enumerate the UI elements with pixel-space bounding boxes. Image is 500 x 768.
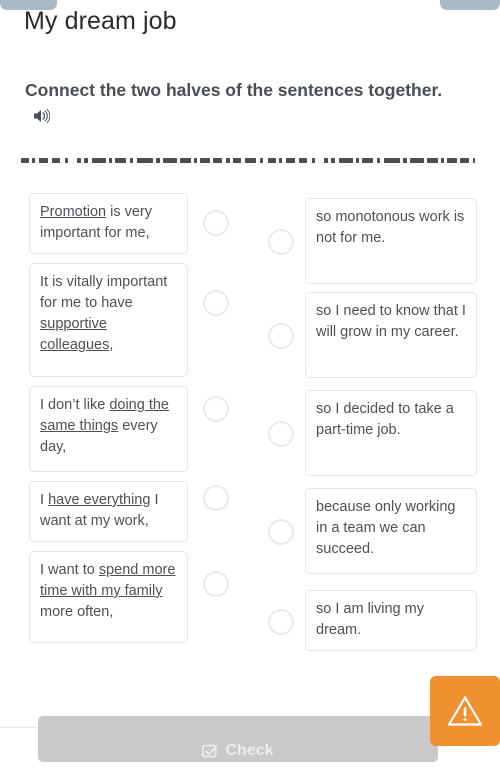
obscured-text-segment <box>233 158 241 163</box>
obscured-text-segment <box>84 158 88 163</box>
obscured-text-segment <box>115 158 126 163</box>
obscured-text-segment <box>447 158 457 163</box>
right-connector-dot[interactable] <box>268 609 294 635</box>
right-sentence-card[interactable]: so monotonous work is not for me. <box>305 198 477 284</box>
check-button-label-wrap: Check <box>38 742 438 763</box>
obscured-text-segment <box>52 158 60 163</box>
obscured-text-segment <box>92 158 106 163</box>
obscured-text-segment <box>473 158 475 163</box>
obscured-text-segment <box>299 158 307 163</box>
obscured-text-segment <box>180 158 191 163</box>
page-title: My dream job <box>24 7 177 35</box>
left-connector-dot[interactable] <box>203 485 229 511</box>
left-sentence-card[interactable]: I have everything I want at my work, <box>29 481 188 542</box>
obscured-text-segment <box>130 158 133 163</box>
left-connector-dot[interactable] <box>203 210 229 236</box>
obscured-text-segment <box>213 158 222 163</box>
obscured-text-segment <box>137 158 153 163</box>
obscured-text-segment <box>384 158 400 163</box>
obscured-text-segment <box>226 158 230 163</box>
top-tab-right[interactable] <box>440 0 500 10</box>
left-connector-dot[interactable] <box>203 571 229 597</box>
card-text: I don’t like <box>40 397 110 413</box>
obscured-text-segment <box>163 158 177 163</box>
check-button[interactable]: Check <box>38 716 438 762</box>
card-text: so monotonous work is not for me. <box>316 209 465 246</box>
card-text: so I decided to take a part-time job. <box>316 401 454 438</box>
card-text: , <box>109 337 114 353</box>
obscured-text-segment <box>109 158 112 163</box>
card-text: It is vitally important for me to have <box>40 274 168 311</box>
left-sentence-card[interactable]: It is vitally important for me to have s… <box>29 263 188 377</box>
card-text: so I am living my dream. <box>316 601 424 638</box>
card-text: more often, <box>40 604 114 620</box>
obscured-text-segment <box>286 158 295 163</box>
obscured-text-segment <box>403 158 407 163</box>
card-text: because only working in a team we can su… <box>316 499 456 557</box>
obscured-text-segment <box>362 158 373 163</box>
obscured-text-segment <box>410 158 424 163</box>
report-problem-button[interactable] <box>430 676 500 746</box>
speaker-icon[interactable] <box>32 105 51 131</box>
instruction-text: Connect the two halves of the sentences … <box>25 80 443 100</box>
highlighted-phrase: supportive colleagues <box>40 316 110 353</box>
obscured-text-segment <box>32 158 35 163</box>
obscured-text-segment <box>331 158 335 163</box>
right-sentence-card[interactable]: so I need to know that I will grow in my… <box>305 292 477 378</box>
right-connector-dot[interactable] <box>268 421 294 447</box>
obscured-text-segment <box>260 158 263 163</box>
obscured-text-segment <box>268 158 276 163</box>
obscured-text-segment <box>377 158 380 163</box>
card-text: so I need to know that I will grow in my… <box>316 303 466 340</box>
obscured-text-segment <box>279 158 282 163</box>
obscured-text-segment <box>194 158 197 163</box>
obscured-text-segment <box>460 158 469 163</box>
right-connector-dot[interactable] <box>268 519 294 545</box>
card-text: I <box>40 492 49 508</box>
right-connector-dot[interactable] <box>268 323 294 349</box>
right-sentence-card[interactable]: because only working in a team we can su… <box>305 488 477 574</box>
obscured-text-segment <box>21 158 29 163</box>
obscured-text-line <box>21 157 475 165</box>
left-sentence-card[interactable]: I don’t like doing the same things every… <box>29 386 188 472</box>
obscured-text-segment <box>200 158 210 163</box>
obscured-text-segment <box>65 158 68 163</box>
highlighted-phrase: Promotion <box>40 204 107 220</box>
left-connector-dot[interactable] <box>203 396 229 422</box>
obscured-text-segment <box>427 158 438 163</box>
highlighted-phrase: have everything <box>48 492 151 508</box>
left-sentence-card[interactable]: I want to spend more time with my family… <box>29 551 188 643</box>
left-connector-dot[interactable] <box>203 290 229 316</box>
card-text: I want to <box>40 562 99 578</box>
left-sentence-card[interactable]: Promotion is very important for me, <box>29 193 188 254</box>
right-sentence-card[interactable]: so I am living my dream. <box>305 590 477 651</box>
page-bottom-divider <box>0 727 38 728</box>
obscured-text-segment <box>339 158 353 163</box>
obscured-text-segment <box>77 158 81 163</box>
right-connector-dot[interactable] <box>268 229 294 255</box>
left-sentence-column: Promotion is very important for me, It is… <box>29 193 188 652</box>
right-sentence-card[interactable]: so I decided to take a part-time job. <box>305 390 477 476</box>
obscured-text-segment <box>245 158 256 163</box>
check-box-icon <box>202 744 219 763</box>
instruction-block: Connect the two halves of the sentences … <box>25 77 445 131</box>
obscured-text-segment <box>156 158 160 163</box>
obscured-text-segment <box>441 158 444 163</box>
check-button-label: Check <box>225 742 274 759</box>
obscured-text-segment <box>324 158 328 163</box>
obscured-text-segment <box>312 158 315 163</box>
obscured-text-segment <box>39 158 48 163</box>
obscured-text-segment <box>356 158 359 163</box>
